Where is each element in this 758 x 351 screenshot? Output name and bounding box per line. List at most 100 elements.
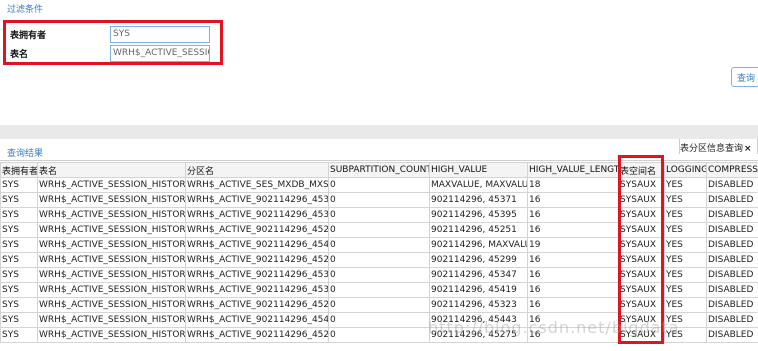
cell-compression: DISABLED xyxy=(706,192,758,208)
cell-subpartition-count: 0 xyxy=(328,177,430,193)
table-body: SYS WRH$_ACTIVE_SESSION_HISTORY WRH$_ACTIV… xyxy=(0,177,758,343)
cell-tablespace: SYSAUX xyxy=(618,207,665,223)
cell-owner: SYS xyxy=(0,237,38,253)
cell-high-value: 902114296, 45395 xyxy=(429,207,528,223)
cell-high-value-length: 16 xyxy=(527,282,619,298)
column-header-tablespace[interactable]: 表空间名 xyxy=(618,162,665,178)
close-icon[interactable]: × xyxy=(744,144,752,154)
table-row[interactable]: SYS WRH$_ACTIVE_SESSION_HISTORY WRH$_ACTIV… xyxy=(0,237,758,253)
cell-high-value: 902114296, 45419 xyxy=(429,282,528,298)
cell-high-value-length: 16 xyxy=(527,312,619,328)
cell-tablespace: SYSAUX xyxy=(618,282,665,298)
cell-partition-name: WRH$_ACTIVE_902114296_45419 xyxy=(185,312,329,328)
cell-tablespace: SYSAUX xyxy=(618,297,665,313)
cell-table-name: WRH$_ACTIVE_SESSION_HISTORY xyxy=(37,267,186,283)
cell-partition-name: WRH$_ACTIVE_902114296_45275 xyxy=(185,252,329,268)
cell-subpartition-count: 0 xyxy=(328,297,430,313)
table-row[interactable]: SYS WRH$_ACTIVE_SESSION_HISTORY WRH$_ACTIV… xyxy=(0,222,758,238)
cell-table-name: WRH$_ACTIVE_SESSION_HISTORY xyxy=(37,177,186,193)
cell-compression: DISABLED xyxy=(706,237,758,253)
cell-high-value-length: 16 xyxy=(527,222,619,238)
tab-label: 表分区信息查询 xyxy=(680,144,744,154)
cell-high-value-length: 16 xyxy=(527,207,619,223)
cell-owner: SYS xyxy=(0,327,38,343)
table-row[interactable]: SYS WRH$_ACTIVE_SESSION_HISTORY WRH$_ACTIV… xyxy=(0,267,758,283)
filter-section-title: 过滤条件 xyxy=(7,5,44,15)
cell-compression: DISABLED xyxy=(706,222,758,238)
cell-subpartition-count: 0 xyxy=(328,282,430,298)
cell-partition-name: WRH$_ACTIVE_902114296_45371 xyxy=(185,207,329,223)
cell-compression: DISABLED xyxy=(706,252,758,268)
cell-subpartition-count: 0 xyxy=(328,312,430,328)
cell-high-value-length: 19 xyxy=(527,237,619,253)
cell-logging: YES xyxy=(664,282,707,298)
cell-logging: YES xyxy=(664,177,707,193)
owner-input[interactable]: SYS xyxy=(110,25,210,43)
cell-owner: SYS xyxy=(0,222,38,238)
filter-highlight-box: 表拥有者 SYS 表名 WRH$_ACTIVE_SESSIO xyxy=(3,20,223,65)
table-row[interactable]: SYS WRH$_ACTIVE_SESSION_HISTORY WRH$_ACTIV… xyxy=(0,207,758,223)
column-header-high-value[interactable]: HIGH_VALUE xyxy=(429,162,528,178)
results-table: 表拥有者 表名 分区名 SUBPARTITION_COUNT HIGH_VALU… xyxy=(0,162,758,343)
cell-table-name: WRH$_ACTIVE_SESSION_HISTORY xyxy=(37,222,186,238)
table-row[interactable]: SYS WRH$_ACTIVE_SESSION_HISTORY WRH$_ACTIV… xyxy=(0,297,758,313)
cell-owner: SYS xyxy=(0,282,38,298)
results-section-title: 查询结果 xyxy=(7,149,44,159)
table-name-input[interactable]: WRH$_ACTIVE_SESSIO xyxy=(110,44,210,62)
cell-table-name: WRH$_ACTIVE_SESSION_HISTORY xyxy=(37,312,186,328)
table-row[interactable]: SYS WRH$_ACTIVE_SESSION_HISTORY WRH$_ACTIV… xyxy=(0,192,758,208)
cell-compression: DISABLED xyxy=(706,282,758,298)
cell-compression: DISABLED xyxy=(706,207,758,223)
cell-compression: DISABLED xyxy=(706,297,758,313)
column-header-subpartition-count[interactable]: SUBPARTITION_COUNT xyxy=(328,162,430,178)
cell-high-value-length: 16 xyxy=(527,192,619,208)
cell-partition-name: WRH$_ACTIVE_902114296_45323 xyxy=(185,267,329,283)
cell-table-name: WRH$_ACTIVE_SESSION_HISTORY xyxy=(37,282,186,298)
cell-high-value: 902114296, MAXVALUE xyxy=(429,237,528,253)
column-header-logging[interactable]: LOGGING xyxy=(664,162,707,178)
table-row[interactable]: SYS WRH$_ACTIVE_SESSION_HISTORY WRH$_ACTIV… xyxy=(0,177,758,193)
cell-subpartition-count: 0 xyxy=(328,237,430,253)
owner-filter-row: 表拥有者 SYS xyxy=(10,25,210,43)
cell-high-value-length: 16 xyxy=(527,252,619,268)
table-name-label: 表名 xyxy=(10,49,29,60)
cell-table-name: WRH$_ACTIVE_SESSION_HISTORY xyxy=(37,327,186,343)
table-header-row: 表拥有者 表名 分区名 SUBPARTITION_COUNT HIGH_VALU… xyxy=(0,162,758,178)
cell-compression: DISABLED xyxy=(706,312,758,328)
cell-partition-name: WRH$_ACTIVE_SES_MXDB_MXSN xyxy=(185,177,329,193)
cell-logging: YES xyxy=(664,327,707,343)
column-header-high-value-length[interactable]: HIGH_VALUE_LENGTH xyxy=(527,162,619,178)
cell-tablespace: SYSAUX xyxy=(618,312,665,328)
cell-owner: SYS xyxy=(0,267,38,283)
column-header-partition-name[interactable]: 分区名 xyxy=(185,162,329,178)
cell-high-value: MAXVALUE, MAXVALUE xyxy=(429,177,528,193)
cell-compression: DISABLED xyxy=(706,267,758,283)
table-row[interactable]: SYS WRH$_ACTIVE_SESSION_HISTORY WRH$_ACTIV… xyxy=(0,327,758,343)
cell-partition-name: WRH$_ACTIVE_902114296_45227 xyxy=(185,222,329,238)
cell-high-value-length: 16 xyxy=(527,267,619,283)
cell-owner: SYS xyxy=(0,252,38,268)
cell-owner: SYS xyxy=(0,207,38,223)
cell-high-value: 902114296, 45371 xyxy=(429,192,528,208)
cell-tablespace: SYSAUX xyxy=(618,177,665,193)
cell-subpartition-count: 0 xyxy=(328,252,430,268)
cell-tablespace: SYSAUX xyxy=(618,267,665,283)
column-header-compression[interactable]: COMPRESSION xyxy=(706,162,758,178)
cell-owner: SYS xyxy=(0,177,38,193)
column-header-owner[interactable]: 表拥有者 xyxy=(0,162,38,178)
column-header-table-name[interactable]: 表名 xyxy=(37,162,186,178)
cell-tablespace: SYSAUX xyxy=(618,252,665,268)
cell-table-name: WRH$_ACTIVE_SESSION_HISTORY xyxy=(37,297,186,313)
cell-high-value-length: 18 xyxy=(527,177,619,193)
cell-high-value-length: 16 xyxy=(527,327,619,343)
cell-high-value: 902114296, 45251 xyxy=(429,222,528,238)
table-row[interactable]: SYS WRH$_ACTIVE_SESSION_HISTORY WRH$_ACTIV… xyxy=(0,312,758,328)
table-row[interactable]: SYS WRH$_ACTIVE_SESSION_HISTORY WRH$_ACTIV… xyxy=(0,252,758,268)
tab-partition-info-query[interactable]: 表分区信息查询× xyxy=(679,139,758,154)
query-button[interactable]: 查询 xyxy=(731,67,758,87)
cell-table-name: WRH$_ACTIVE_SESSION_HISTORY xyxy=(37,237,186,253)
table-row[interactable]: SYS WRH$_ACTIVE_SESSION_HISTORY WRH$_ACTIV… xyxy=(0,282,758,298)
cell-high-value: 902114296, 45323 xyxy=(429,297,528,313)
cell-partition-name: WRH$_ACTIVE_902114296_45443 xyxy=(185,237,329,253)
cell-logging: YES xyxy=(664,267,707,283)
